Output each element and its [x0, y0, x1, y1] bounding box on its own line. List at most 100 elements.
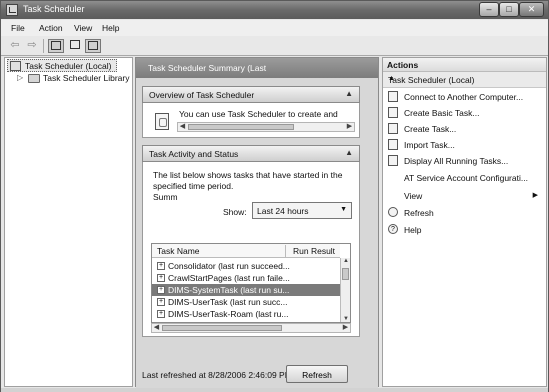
- table-row[interactable]: + CrawlStartPages (last run faile...: [152, 272, 340, 284]
- table-row[interactable]: + DIMS-UserTask-Roam (last ru...: [152, 308, 340, 320]
- expand-plus-icon[interactable]: +: [157, 286, 165, 294]
- collapse-chevron-icon[interactable]: ▲: [345, 148, 353, 157]
- actions-title: Actions: [387, 60, 419, 70]
- table-row-selected[interactable]: + DIMS-SystemTask (last run su...: [152, 284, 340, 296]
- import-icon: [388, 139, 398, 150]
- overview-horizontal-scrollbar[interactable]: ◀ ▶: [177, 122, 355, 132]
- forward-button[interactable]: ⇨: [24, 39, 40, 53]
- action-import-task[interactable]: Import Task...: [383, 138, 546, 152]
- activity-text-line: specified time period.: [153, 181, 234, 191]
- actions-pane: Actions Task Scheduler (Local) ▲ Connect…: [382, 57, 547, 387]
- submenu-arrow-icon: ▶: [532, 192, 538, 199]
- action-view[interactable]: View ▶: [383, 189, 546, 203]
- scrollbar-thumb[interactable]: [342, 268, 349, 280]
- expand-plus-icon[interactable]: +: [157, 310, 165, 318]
- action-display-all-running-tasks[interactable]: Display All Running Tasks...: [383, 154, 546, 168]
- action-label: Create Task...: [404, 124, 457, 134]
- folder-icon: [28, 74, 40, 83]
- properties-icon: [70, 40, 80, 49]
- list-icon: [388, 155, 398, 166]
- collapse-chevron-icon[interactable]: ▲: [345, 89, 353, 98]
- activity-section-header[interactable]: Task Activity and Status ▲: [142, 145, 360, 162]
- table-header: Task Name Run Result: [152, 244, 340, 258]
- action-label: AT Service Account Configurati...: [404, 173, 528, 183]
- action-refresh[interactable]: Refresh: [383, 206, 546, 220]
- time-period-dropdown[interactable]: Last 24 hours ▼: [252, 202, 352, 219]
- scroll-down-icon[interactable]: ▼: [341, 316, 350, 322]
- action-label: Display All Running Tasks...: [404, 156, 509, 166]
- properties-button[interactable]: [67, 39, 83, 53]
- minimize-button[interactable]: –: [479, 2, 499, 17]
- action-label: Create Basic Task...: [404, 108, 480, 118]
- action-pane-icon: [88, 41, 98, 50]
- actions-group-header[interactable]: Task Scheduler (Local) ▲: [383, 72, 546, 88]
- action-label: Refresh: [404, 208, 434, 218]
- show-label: Show:: [223, 207, 247, 217]
- scroll-left-icon[interactable]: ◀: [152, 323, 161, 331]
- actions-pane-header: Actions: [383, 58, 546, 72]
- column-task-name[interactable]: Task Name: [157, 246, 200, 256]
- activity-description: The list below shows tasks that have sta…: [153, 170, 353, 203]
- action-connect-to-another-computer[interactable]: Connect to Another Computer...: [383, 90, 546, 104]
- task-name-cell: DIMS-UserTask (last run succ...: [168, 297, 288, 307]
- task-icon: [388, 107, 398, 118]
- action-help[interactable]: ? Help: [383, 223, 546, 237]
- action-label: Import Task...: [404, 140, 455, 150]
- last-refreshed-text: Last refreshed at 8/28/2006 2:46:09 PM: [142, 370, 292, 380]
- menu-file[interactable]: File: [11, 23, 25, 33]
- scrollbar-thumb[interactable]: [162, 325, 282, 331]
- overview-text: You can use Task Scheduler to create and: [179, 109, 338, 119]
- action-create-task[interactable]: Create Task...: [383, 122, 546, 136]
- expand-plus-icon[interactable]: +: [157, 298, 165, 306]
- help-icon: ?: [388, 224, 398, 234]
- close-button[interactable]: ✕: [519, 2, 544, 17]
- expand-plus-icon[interactable]: +: [157, 262, 165, 270]
- task-activity-table: Task Name Run Result + Consolidator (las…: [151, 243, 351, 323]
- window-title: Task Scheduler: [23, 4, 85, 14]
- task-scheduler-window: Task Scheduler – □ ✕ File Action View He…: [0, 0, 549, 392]
- summary-pane-body[interactable]: Overview of Task Scheduler ▲ You can use…: [136, 78, 378, 390]
- table-vertical-scrollbar[interactable]: ▲ ▼: [340, 258, 350, 322]
- action-at-service-account-configuration[interactable]: AT Service Account Configurati...: [383, 171, 546, 185]
- menu-view[interactable]: View: [74, 23, 92, 33]
- menu-help[interactable]: Help: [102, 23, 119, 33]
- table-row[interactable]: + DIMS-UserTask (last run succ...: [152, 296, 340, 308]
- toolbar: ⇦ ⇨: [1, 36, 548, 56]
- expand-plus-icon[interactable]: +: [157, 274, 165, 282]
- task-scheduler-overview-icon: [155, 113, 169, 130]
- table-horizontal-scrollbar[interactable]: ◀ ▶: [151, 323, 351, 333]
- task-icon: [388, 123, 398, 134]
- scroll-left-icon[interactable]: ◀: [178, 122, 187, 130]
- activity-text-line: The list below shows tasks that have sta…: [153, 170, 343, 180]
- show-hide-console-tree-button[interactable]: [48, 39, 64, 53]
- time-period-value: Last 24 hours: [257, 206, 309, 216]
- show-hide-action-pane-button[interactable]: [85, 39, 101, 53]
- chevron-down-icon: ▼: [340, 206, 347, 213]
- overview-section-header[interactable]: Overview of Task Scheduler ▲: [142, 86, 360, 103]
- console-tree: Task Scheduler (Local) ▷ Task Scheduler …: [4, 57, 133, 387]
- table-row[interactable]: + Consolidator (last run succeed...: [152, 260, 340, 272]
- action-create-basic-task[interactable]: Create Basic Task...: [383, 106, 546, 120]
- scroll-right-icon[interactable]: ▶: [345, 122, 354, 130]
- tree-item-label: Task Scheduler Library: [43, 73, 130, 83]
- column-run-result[interactable]: Run Result: [293, 246, 335, 256]
- arrow-left-icon: ⇦: [10, 39, 20, 51]
- scroll-right-icon[interactable]: ▶: [341, 323, 350, 331]
- menu-action[interactable]: Action: [39, 23, 63, 33]
- scroll-up-icon[interactable]: ▲: [341, 258, 350, 264]
- summary-pane-header: Task Scheduler Summary (Last: [136, 58, 378, 78]
- maximize-button[interactable]: □: [499, 2, 519, 17]
- refresh-button[interactable]: Refresh: [286, 365, 348, 383]
- collapse-chevron-icon[interactable]: ▲: [388, 75, 540, 82]
- tree-item-task-scheduler-local[interactable]: Task Scheduler (Local): [7, 59, 117, 72]
- back-button[interactable]: ⇦: [7, 39, 23, 53]
- scrollbar-thumb[interactable]: [188, 124, 294, 130]
- refresh-icon: [388, 207, 398, 217]
- computer-icon: [388, 91, 398, 102]
- tree-item-task-scheduler-library[interactable]: ▷ Task Scheduler Library: [7, 72, 132, 85]
- action-label: Connect to Another Computer...: [404, 92, 524, 102]
- toolbar-separator: [43, 39, 44, 53]
- overview-section-content: You can use Task Scheduler to create and…: [142, 103, 360, 138]
- expand-arrow-icon[interactable]: ▷: [17, 73, 23, 82]
- column-divider[interactable]: [285, 245, 286, 257]
